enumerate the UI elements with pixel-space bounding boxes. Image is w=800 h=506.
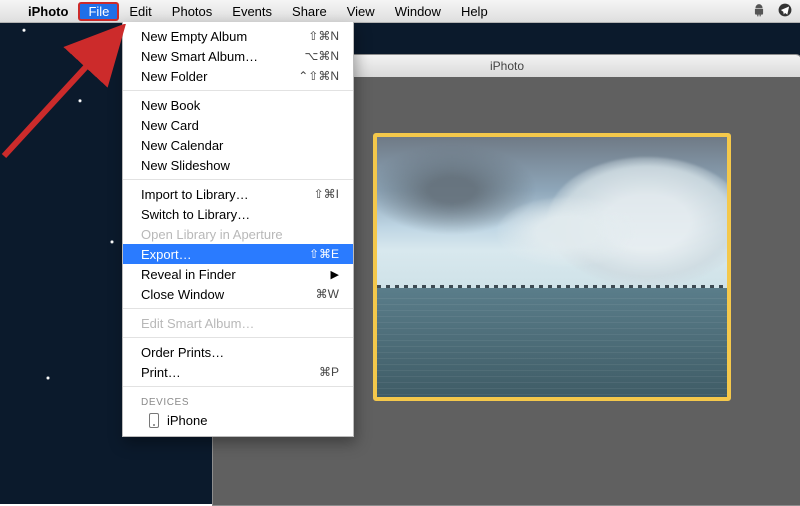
menu-item-close-window[interactable]: Close Window ⌘W <box>123 284 353 304</box>
menu-help[interactable]: Help <box>451 2 498 21</box>
menu-item-shortcut: ⇧⌘N <box>308 29 339 43</box>
menu-item-new-book[interactable]: New Book <box>123 95 353 115</box>
iphone-icon <box>149 413 159 428</box>
menu-item-shortcut: ⌥⌘N <box>305 49 340 63</box>
menu-events[interactable]: Events <box>222 2 282 21</box>
menu-item-new-folder[interactable]: New Folder ⌃⇧⌘N <box>123 66 353 86</box>
menu-item-import-to-library[interactable]: Import to Library… ⇧⌘I <box>123 184 353 204</box>
device-label: iPhone <box>167 413 207 428</box>
menu-item-label: New Folder <box>141 69 207 84</box>
file-menu-dropdown: New Empty Album ⇧⌘N New Smart Album… ⌥⌘N… <box>122 22 354 437</box>
submenu-arrow-icon: ▶ <box>331 268 339 281</box>
menu-photos[interactable]: Photos <box>162 2 222 21</box>
menu-item-label: Export… <box>141 247 192 262</box>
menu-item-new-card[interactable]: New Card <box>123 115 353 135</box>
menu-item-shortcut: ⌘W <box>316 287 339 301</box>
menu-share[interactable]: Share <box>282 2 337 21</box>
menu-item-reveal-in-finder[interactable]: Reveal in Finder ▶ <box>123 264 353 284</box>
device-iphone[interactable]: iPhone <box>123 410 353 430</box>
app-menu[interactable]: iPhoto <box>18 2 78 21</box>
menu-item-new-calendar[interactable]: New Calendar <box>123 135 353 155</box>
menu-item-label: Print… <box>141 365 181 380</box>
menu-item-shortcut: ⌘P <box>319 365 339 379</box>
menu-item-label: Order Prints… <box>141 345 224 360</box>
menubar: iPhoto File Edit Photos Events Share Vie… <box>0 0 800 23</box>
menu-file[interactable]: File <box>78 2 119 21</box>
menu-item-shortcut: ⇧⌘E <box>309 247 339 261</box>
menu-item-switch-to-library[interactable]: Switch to Library… <box>123 204 353 224</box>
menu-item-order-prints[interactable]: Order Prints… <box>123 342 353 362</box>
menu-item-export[interactable]: Export… ⇧⌘E <box>123 244 353 264</box>
menu-item-new-empty-album[interactable]: New Empty Album ⇧⌘N <box>123 26 353 46</box>
menu-separator <box>123 90 353 91</box>
menu-item-label: New Smart Album… <box>141 49 258 64</box>
menu-item-label: Open Library in Aperture <box>141 227 283 242</box>
devices-header: DEVICES <box>123 395 353 410</box>
menu-item-shortcut: ⇧⌘I <box>314 187 339 201</box>
menu-item-open-in-aperture: Open Library in Aperture <box>123 224 353 244</box>
menu-separator <box>123 179 353 180</box>
menu-item-shortcut: ⌃⇧⌘N <box>298 69 339 83</box>
menu-separator <box>123 337 353 338</box>
menu-window[interactable]: Window <box>385 2 451 21</box>
menu-item-label: New Empty Album <box>141 29 247 44</box>
menu-item-label: Switch to Library… <box>141 207 250 222</box>
menu-item-print[interactable]: Print… ⌘P <box>123 362 353 382</box>
devices-section: DEVICES iPhone <box>123 391 353 430</box>
android-icon[interactable] <box>752 3 766 20</box>
menu-separator <box>123 386 353 387</box>
window-title: iPhoto <box>490 59 524 73</box>
selected-photo[interactable] <box>373 133 731 401</box>
menu-item-label: Edit Smart Album… <box>141 316 254 331</box>
menu-item-label: New Slideshow <box>141 158 230 173</box>
menu-separator <box>123 308 353 309</box>
menu-item-label: Close Window <box>141 287 224 302</box>
telegram-icon[interactable] <box>778 3 792 20</box>
menu-item-new-slideshow[interactable]: New Slideshow <box>123 155 353 175</box>
menu-edit[interactable]: Edit <box>119 2 161 21</box>
menu-item-edit-smart-album: Edit Smart Album… <box>123 313 353 333</box>
menu-item-label: New Calendar <box>141 138 223 153</box>
menu-item-new-smart-album[interactable]: New Smart Album… ⌥⌘N <box>123 46 353 66</box>
menu-item-label: Import to Library… <box>141 187 249 202</box>
menu-item-label: Reveal in Finder <box>141 267 236 282</box>
menu-item-label: New Card <box>141 118 199 133</box>
menu-item-label: New Book <box>141 98 200 113</box>
menu-view[interactable]: View <box>337 2 385 21</box>
